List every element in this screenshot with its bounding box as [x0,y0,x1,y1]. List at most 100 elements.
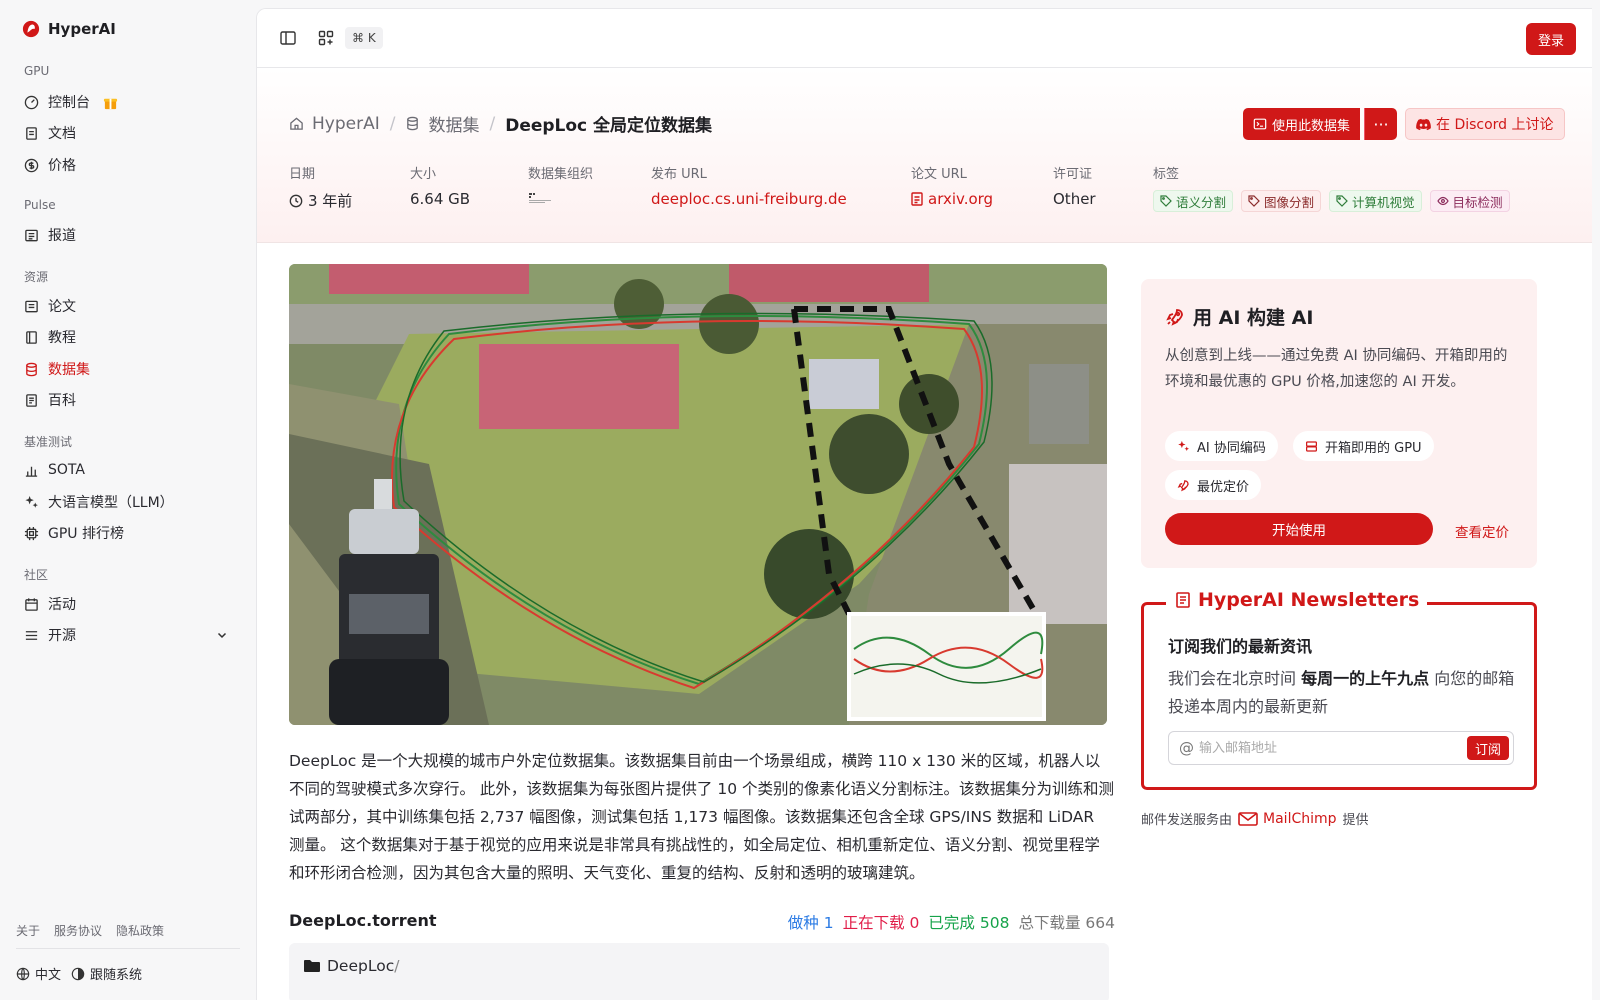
database-icon [26,362,37,376]
sidebar-item-wiki[interactable]: 百科 [16,385,240,415]
sidebar-item-papers[interactable]: 论文 [16,291,240,321]
sidebar-item-reports[interactable]: 报道 [16,220,240,250]
theme-switch[interactable]: 跟随系统 [71,964,142,983]
language-switch[interactable]: 中文 [16,964,61,983]
email-input[interactable] [1199,737,1449,759]
sidebar-item-label: 大语言模型（LLM） [48,495,174,511]
sidebar-item-docs[interactable]: 文档 [16,118,240,148]
meta-label: 发布 URL [651,167,707,182]
newsletter-title: HyperAI Newsletters [1166,589,1428,611]
sidebar-item-gpu-leaderboard[interactable]: GPU 排行榜 [16,518,240,548]
sidebar-item-sota[interactable]: SOTA [16,455,240,485]
terms-link[interactable]: 服务协议 [54,922,102,939]
breadcrumb-datasets[interactable]: 数据集 [428,111,479,136]
tag[interactable]: 计算机视觉 [1329,190,1422,212]
publish-url-link[interactable]: deeploc.cs.uni-freiburg.de [651,190,847,208]
sidebar-item-label: 开源 [48,628,76,644]
tag[interactable]: 目标检测 [1429,190,1510,212]
org-logo[interactable] [528,190,593,206]
sidebar-item-llm[interactable]: 大语言模型（LLM） [16,487,240,517]
tag[interactable]: 图像分割 [1241,190,1322,212]
sidebar-item-label: 活动 [48,597,76,613]
dataset-header: HyperAI / 数据集 / DeepLoc 全局定位数据集 使用此数据集 ·… [257,68,1592,243]
chip-gpu[interactable]: 开箱即用的 GPU [1293,431,1434,461]
section-gpu: GPU [24,64,50,78]
privacy-link[interactable]: 隐私政策 [116,922,164,939]
seeders-stat: 做种 1 [788,911,834,933]
mail-icon [1238,811,1258,826]
login-button[interactable]: 登录 [1525,23,1576,55]
tag[interactable]: 语义分割 [1153,190,1234,212]
tag-label: 计算机视觉 [1352,194,1415,210]
meta-org: 数据集组织 [528,163,593,206]
start-button[interactable]: 开始使用 [1165,513,1433,545]
more-options-button[interactable]: ··· [1364,108,1397,140]
tag-label: 目标检测 [1452,194,1503,210]
view-pricing-link[interactable]: 查看定价 [1455,521,1509,541]
sidebar-item-label: 价格 [48,158,76,174]
meta-publish-url: 发布 URL deeploc.cs.uni-freiburg.de [651,163,847,208]
section-pulse: Pulse [24,198,56,212]
chip-ai-coding[interactable]: AI 协同编码 [1165,431,1278,461]
database-icon [407,116,419,131]
sidebar-toggle-icon[interactable] [279,29,297,47]
downloading-count: 0 [909,914,920,932]
sidebar-item-events[interactable]: 活动 [16,589,240,619]
dollar-circle-icon [24,158,39,172]
chip-label: AI 协同编码 [1197,440,1266,456]
breadcrumb: HyperAI / 数据集 / DeepLoc 全局定位数据集 [289,111,712,136]
tag-label: 图像分割 [1264,194,1315,210]
meta-paper-url: 论文 URL arxiv.org [911,163,993,208]
tag-label: 语义分割 [1176,194,1227,210]
theme-label: 跟随系统 [90,968,143,983]
chevron-down-icon[interactable] [216,629,228,641]
calendar-icon [25,597,38,611]
encyclopedia-icon [26,393,37,407]
tag-icon [1160,195,1172,207]
mailchimp-link[interactable]: MailChimp [1238,811,1337,827]
meta-label: 许可证 [1053,167,1093,182]
apps-grid-icon[interactable] [317,29,335,47]
torrent-stats: 做种 1 正在下载 0 已完成 508 总下载量 664 [788,911,1115,933]
newsletter-card: HyperAI Newsletters 订阅我们的最新资讯 我们会在北京时间 每… [1141,589,1537,790]
subscribe-button[interactable]: 订阅 [1466,736,1509,760]
folder-row[interactable]: DeepLoc/ [303,957,399,975]
paper-url-text: arxiv.org [928,190,994,208]
use-dataset-button[interactable]: 使用此数据集 [1243,108,1361,140]
completed-label: 已完成 [928,914,975,932]
discord-icon [1416,118,1431,130]
terminal-icon [1253,118,1267,130]
meta-tags: 标签 语义分割 图像分割 计算机视觉 目标检测 [1153,163,1510,212]
server-icon [1306,440,1317,452]
seeders-label: 做种 [787,914,819,932]
sidebar-item-label: 控制台 [48,95,90,111]
sidebar-item-open-source[interactable]: 开源 [16,620,240,650]
folder-suffix: / [394,957,400,975]
dataset-hero-image [289,264,1107,725]
paper-url-link[interactable]: arxiv.org [911,190,993,208]
brand[interactable]: HyperAI [22,20,116,38]
breadcrumb-separator: / [389,113,396,134]
tag-icon [1248,195,1260,207]
search-shortcut[interactable]: ⌘ K [345,27,383,49]
sidebar-item-tutorials[interactable]: 教程 [16,322,240,352]
discord-button[interactable]: 在 Discord 上讨论 [1405,108,1565,140]
about-link[interactable]: 关于 [16,922,40,939]
sparkles-icon [1178,440,1190,451]
sidebar-item-datasets[interactable]: 数据集 [16,354,240,384]
list-icon [25,630,38,640]
sidebar-item-label: 文档 [48,126,76,142]
sidebar-item-console[interactable]: 控制台 [16,87,240,117]
clock-icon [289,194,303,207]
bar-chart-icon [25,466,38,477]
folder-name-text: DeepLoc [327,957,395,975]
chip-pricing[interactable]: 最优定价 [1165,470,1262,500]
promo-card: 用 AI 构建 AI 从创意到上线——通过免费 AI 协同编码、开箱即用的环境和… [1141,279,1537,568]
size-value: 6.64 GB [410,190,471,208]
mail-service-pre: 邮件发送服务由 [1141,813,1233,828]
torrent-title[interactable]: DeepLoc.torrent [289,911,437,930]
sidebar-item-label: 百科 [48,393,76,409]
total-downloads-stat: 总下载量 664 [1018,911,1115,933]
sidebar-item-pricing[interactable]: 价格 [16,150,240,180]
breadcrumb-home[interactable]: HyperAI [312,114,380,134]
